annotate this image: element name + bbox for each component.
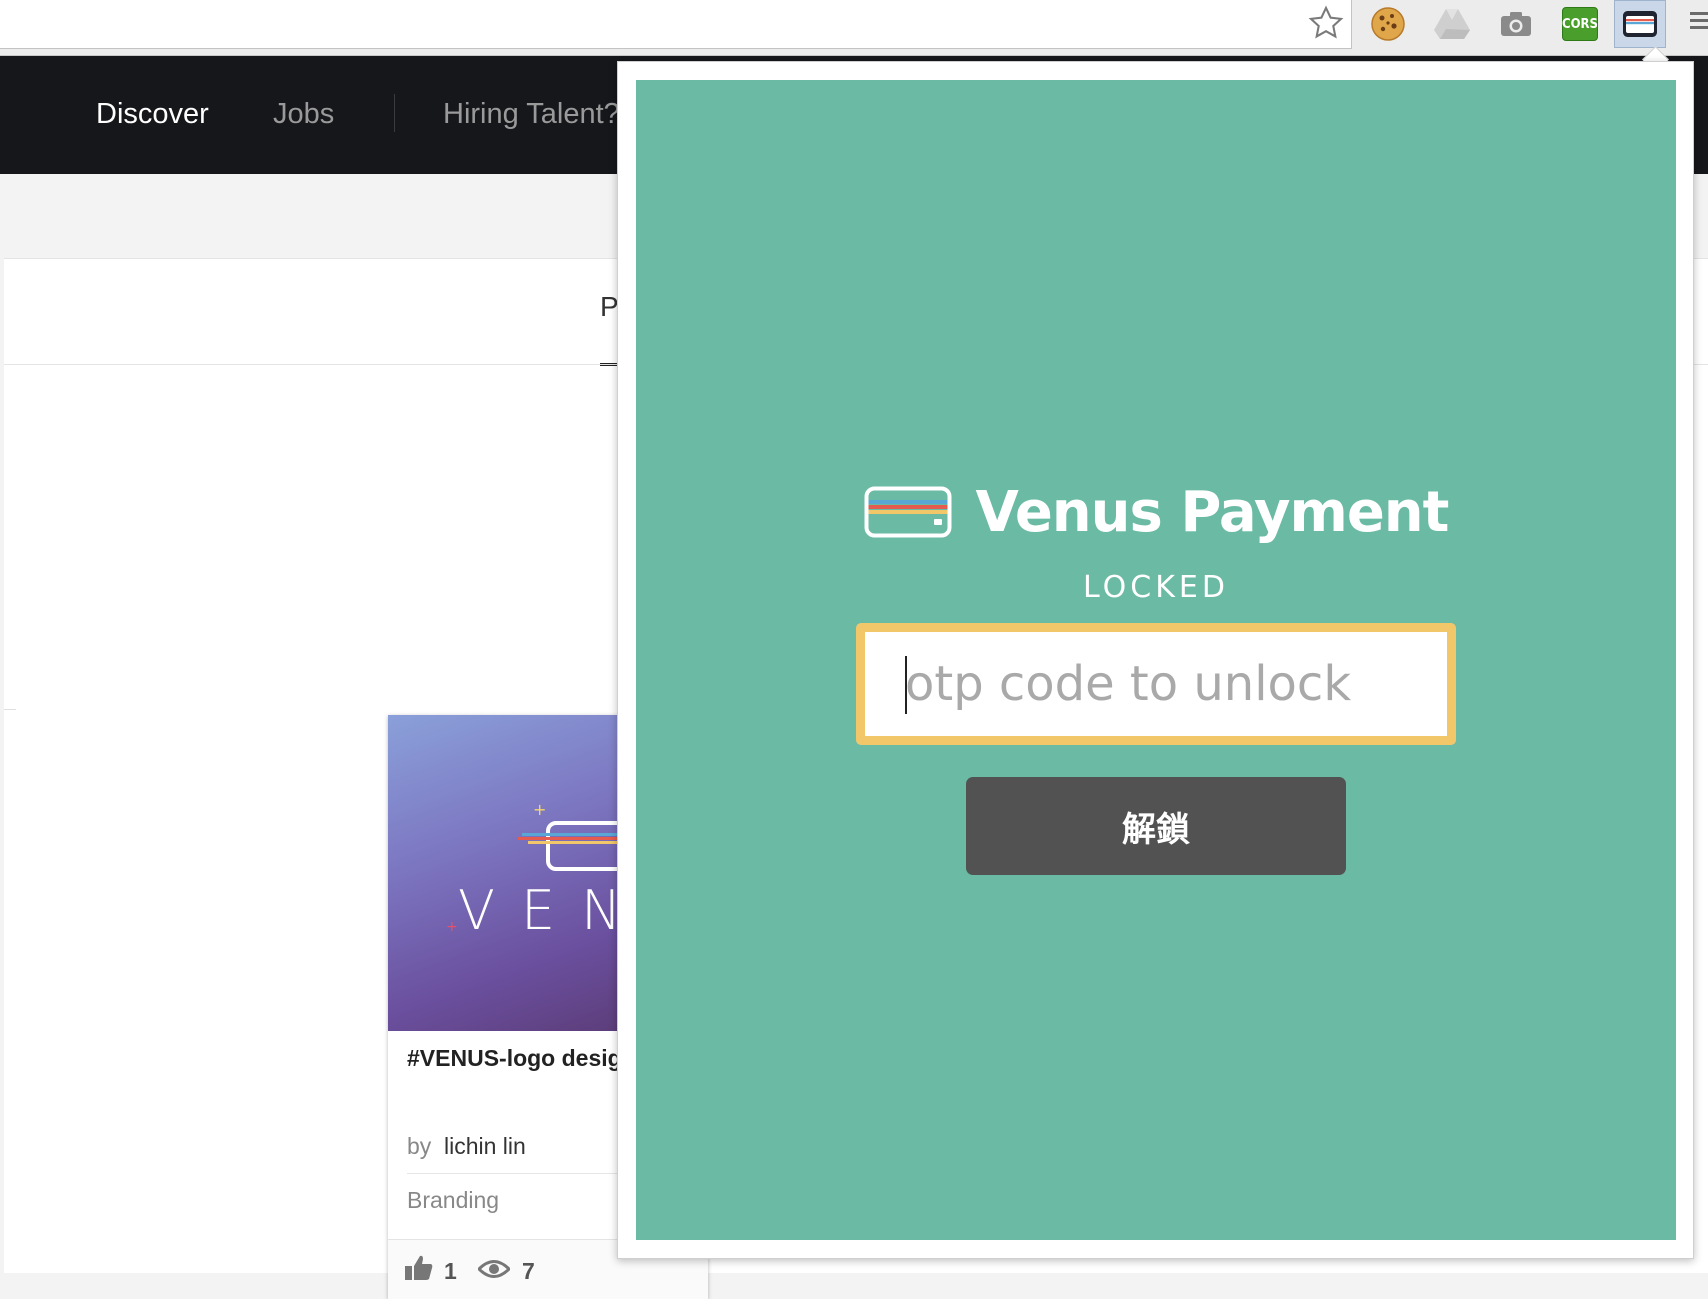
nav-divider xyxy=(394,94,395,132)
svg-text:+: + xyxy=(533,800,546,819)
credit-card-icon xyxy=(1623,11,1657,37)
venus-payment-panel: Venus Payment LOCKED 解鎖 xyxy=(636,80,1676,1240)
unlock-button[interactable]: 解鎖 xyxy=(966,777,1346,875)
nav-jobs[interactable]: Jobs xyxy=(273,98,334,131)
credit-card-icon xyxy=(864,486,952,538)
venus-payment-extension-button[interactable] xyxy=(1614,0,1666,48)
by-label: by xyxy=(407,1133,432,1159)
text-caret xyxy=(905,656,907,714)
svg-text:+: + xyxy=(446,919,458,935)
extension-popup: Venus Payment LOCKED 解鎖 xyxy=(617,61,1694,1259)
brand-header: Venus Payment xyxy=(636,472,1676,552)
nav-discover[interactable]: Discover xyxy=(96,98,209,131)
content-tab[interactable]: P xyxy=(600,291,619,323)
cookie-extension-icon[interactable] xyxy=(1368,4,1408,44)
otp-field-wrapper xyxy=(856,623,1456,745)
app-title: Venus Payment xyxy=(975,479,1450,545)
bookmark-star-icon[interactable] xyxy=(1306,3,1346,43)
cors-extension-icon[interactable]: CORS xyxy=(1560,4,1600,44)
browser-menu-icon[interactable] xyxy=(1690,8,1708,33)
thumbs-up-icon[interactable] xyxy=(404,1254,434,1287)
author-link[interactable]: lichin lin xyxy=(444,1133,526,1160)
drive-extension-icon[interactable] xyxy=(1432,4,1472,44)
category-label[interactable]: Branding xyxy=(407,1187,499,1214)
address-bar[interactable] xyxy=(0,0,1352,49)
camera-extension-icon[interactable] xyxy=(1496,4,1536,44)
otp-input[interactable] xyxy=(865,632,1447,736)
divider xyxy=(4,709,16,710)
lock-status: LOCKED xyxy=(1083,570,1229,605)
browser-toolbar: CORS xyxy=(0,0,1708,56)
project-title[interactable]: #VENUS-logo desig xyxy=(407,1045,622,1072)
cors-label: CORS xyxy=(1562,7,1598,41)
nav-hiring-talent[interactable]: Hiring Talent? xyxy=(443,98,620,131)
